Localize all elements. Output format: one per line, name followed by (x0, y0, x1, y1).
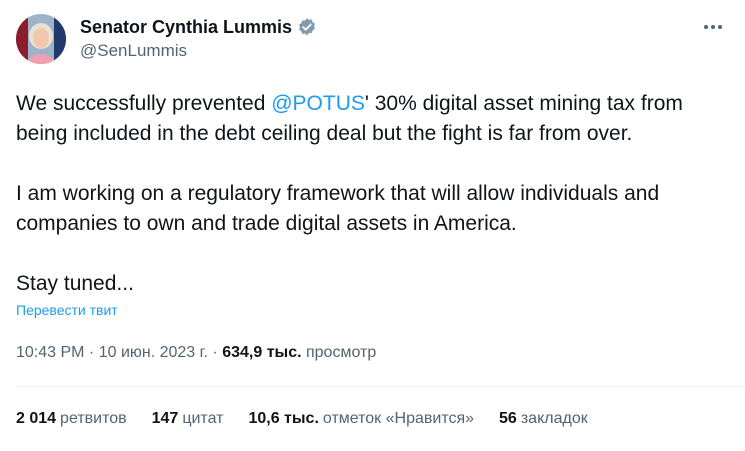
author-name[interactable]: Senator Cynthia Lummis (80, 17, 292, 38)
stat-label: цитат (182, 410, 224, 427)
stat-count: 10,6 тыс. (248, 410, 319, 427)
stat-count: 147 (151, 410, 179, 427)
tweet-meta: 10:43 PM · 10 июн. 2023 г. · 634,9 тыс. … (16, 344, 376, 362)
retweets-stat[interactable]: 2 014 ретвитов (16, 410, 127, 428)
meta-separator: · (84, 344, 99, 361)
tweet-paragraph-1: We successfully prevented @POTUS' 30% di… (16, 89, 731, 149)
views-count: 634,9 тыс. (222, 344, 302, 361)
tweet-paragraph-2: I am working on a regulatory framework t… (16, 182, 660, 235)
tweet-date[interactable]: 10 июн. 2023 г. (99, 344, 208, 361)
stat-label: закладок (520, 410, 588, 427)
views-label: просмотр (301, 344, 377, 361)
mention-link[interactable]: @POTUS (271, 92, 365, 115)
tweet: Senator Cynthia Lummis @SenLummis We suc… (0, 0, 745, 451)
bookmarks-stat[interactable]: 56 закладок (499, 410, 588, 428)
author-handle[interactable]: @SenLummis (80, 41, 317, 61)
verified-badge-icon (297, 17, 317, 37)
p1-start: We successfully prevented (16, 92, 272, 115)
stat-count: 56 (499, 410, 517, 427)
tweet-paragraph-3: Stay tuned... (16, 272, 134, 295)
stat-count: 2 014 (16, 410, 57, 427)
meta-separator: · (207, 344, 223, 361)
more-options-icon[interactable] (701, 17, 725, 37)
avatar[interactable] (16, 14, 66, 64)
tweet-text: We successfully prevented @POTUS' 30% di… (16, 89, 731, 299)
author-block: Senator Cynthia Lummis @SenLummis (80, 15, 317, 61)
quotes-stat[interactable]: 147 цитат (152, 410, 224, 428)
stat-label: отметок «Нравится» (322, 410, 475, 427)
stat-label: ретвитов (60, 410, 127, 427)
tweet-time[interactable]: 10:43 PM (16, 344, 84, 361)
divider (16, 386, 745, 387)
likes-stat[interactable]: 10,6 тыс. отметок «Нравится» (248, 410, 474, 428)
engagement-stats: 2 014 ретвитов 147 цитат 10,6 тыс. отметок … (16, 410, 613, 428)
translate-link[interactable]: Перевести твит (16, 302, 118, 318)
avatar-image (16, 14, 66, 64)
